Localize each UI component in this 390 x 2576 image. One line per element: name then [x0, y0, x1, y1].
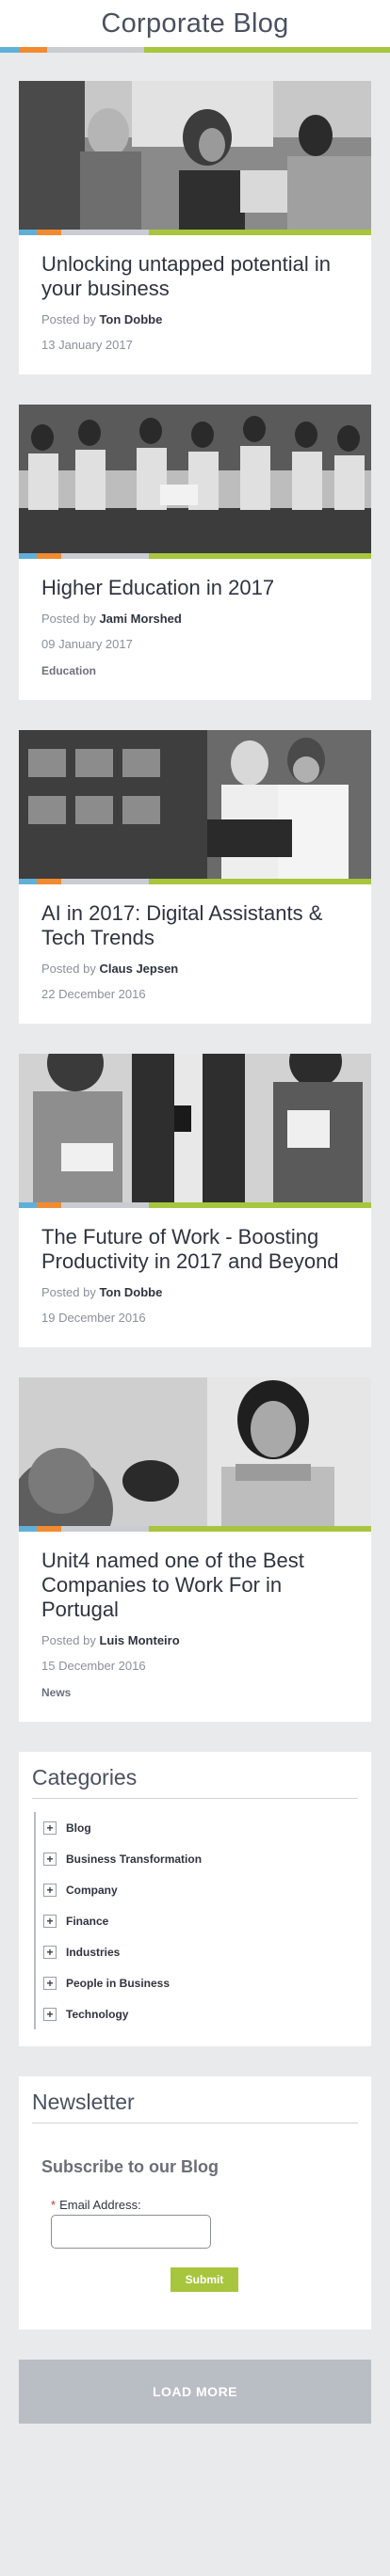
post-date: 15 December 2016 [41, 1659, 146, 1673]
post-tag-link[interactable]: Education [41, 664, 349, 677]
category-label[interactable]: Finance [66, 1915, 108, 1928]
page-header: Corporate Blog [0, 0, 390, 53]
post-author-line: Posted by Jami Morshed [41, 612, 182, 626]
post-card[interactable]: Unlocking untapped potential in your bus… [19, 81, 371, 374]
page-title: Corporate Blog [101, 8, 289, 39]
plus-icon[interactable]: + [43, 1976, 57, 1990]
post-card[interactable]: Higher Education in 2017 Posted by Jami … [19, 405, 371, 700]
newsletter-title: Newsletter [32, 2090, 358, 2123]
post-title-link[interactable]: Unit4 named one of the Best Companies to… [41, 1549, 349, 1622]
category-label[interactable]: Company [66, 1884, 118, 1897]
color-stripe [19, 230, 371, 235]
post-image[interactable] [19, 1054, 371, 1202]
plus-icon[interactable]: + [43, 1914, 57, 1928]
load-more-button[interactable]: LOAD MORE [19, 2360, 371, 2424]
post-author-line: Posted by Ton Dobbe [41, 1285, 163, 1299]
email-label: * Email Address: [51, 2198, 141, 2212]
category-item-business-transformation[interactable]: + Business Transformation [36, 1843, 358, 1874]
category-item-company[interactable]: + Company [36, 1874, 358, 1905]
category-label[interactable]: Business Transformation [66, 1852, 202, 1866]
post-author: Ton Dobbe [99, 312, 163, 326]
category-item-industries[interactable]: + Industries [36, 1936, 358, 1967]
category-list: + Blog + Business Transformation + Compa… [34, 1812, 358, 2029]
categories-widget: Categories + Blog + Business Transformat… [19, 1752, 371, 2046]
category-item-finance[interactable]: + Finance [36, 1905, 358, 1936]
post-date: 22 December 2016 [41, 987, 146, 1001]
post-image[interactable] [19, 405, 371, 553]
color-stripe [19, 1202, 371, 1208]
post-list: Unlocking untapped potential in your bus… [0, 53, 390, 1722]
plus-icon[interactable]: + [43, 2007, 57, 2021]
email-field[interactable] [51, 2215, 211, 2249]
post-tag-link[interactable]: News [41, 1686, 349, 1699]
post-card[interactable]: The Future of Work - Boosting Productivi… [19, 1054, 371, 1347]
categories-title: Categories [32, 1765, 358, 1799]
plus-icon[interactable]: + [43, 1945, 57, 1959]
category-item-blog[interactable]: + Blog [36, 1812, 358, 1843]
color-stripe [19, 879, 371, 884]
post-date: 09 January 2017 [41, 637, 133, 651]
post-author-line: Posted by Ton Dobbe [41, 312, 163, 326]
plus-icon[interactable]: + [43, 1883, 57, 1897]
required-marker: * [51, 2198, 57, 2212]
post-author-line: Posted by Luis Monteiro [41, 1633, 180, 1647]
post-date: 19 December 2016 [41, 1311, 146, 1325]
post-author-line: Posted by Claus Jepsen [41, 962, 179, 976]
post-title-link[interactable]: AI in 2017: Digital Assistants & Tech Tr… [41, 901, 349, 950]
post-image[interactable] [19, 730, 371, 879]
post-title-link[interactable]: Unlocking untapped potential in your bus… [41, 252, 349, 301]
post-author: Luis Monteiro [99, 1633, 180, 1647]
post-author: Claus Jepsen [99, 962, 179, 976]
plus-icon[interactable]: + [43, 1821, 57, 1835]
post-image[interactable] [19, 1377, 371, 1526]
post-card[interactable]: Unit4 named one of the Best Companies to… [19, 1377, 371, 1722]
color-stripe [19, 1526, 371, 1532]
post-date: 13 January 2017 [41, 338, 133, 352]
post-title-link[interactable]: The Future of Work - Boosting Productivi… [41, 1225, 349, 1274]
color-stripe [0, 47, 390, 53]
newsletter-form: Subscribe to our Blog * Email Address: Su… [32, 2137, 358, 2292]
submit-button[interactable]: Submit [171, 2267, 238, 2292]
category-label[interactable]: Blog [66, 1821, 91, 1835]
newsletter-widget: Newsletter Subscribe to our Blog * Email … [19, 2076, 371, 2330]
post-author: Ton Dobbe [99, 1285, 163, 1299]
category-item-people-in-business[interactable]: + People in Business [36, 1967, 358, 1998]
category-label[interactable]: People in Business [66, 1977, 170, 1990]
category-label[interactable]: Technology [66, 2008, 128, 2021]
category-label[interactable]: Industries [66, 1946, 120, 1959]
plus-icon[interactable]: + [43, 1852, 57, 1866]
post-author: Jami Morshed [99, 612, 182, 626]
color-stripe [19, 553, 371, 559]
category-item-technology[interactable]: + Technology [36, 1998, 358, 2029]
newsletter-heading: Subscribe to our Blog [41, 2157, 219, 2176]
post-image[interactable] [19, 81, 371, 230]
post-card[interactable]: AI in 2017: Digital Assistants & Tech Tr… [19, 730, 371, 1024]
post-title-link[interactable]: Higher Education in 2017 [41, 576, 349, 600]
